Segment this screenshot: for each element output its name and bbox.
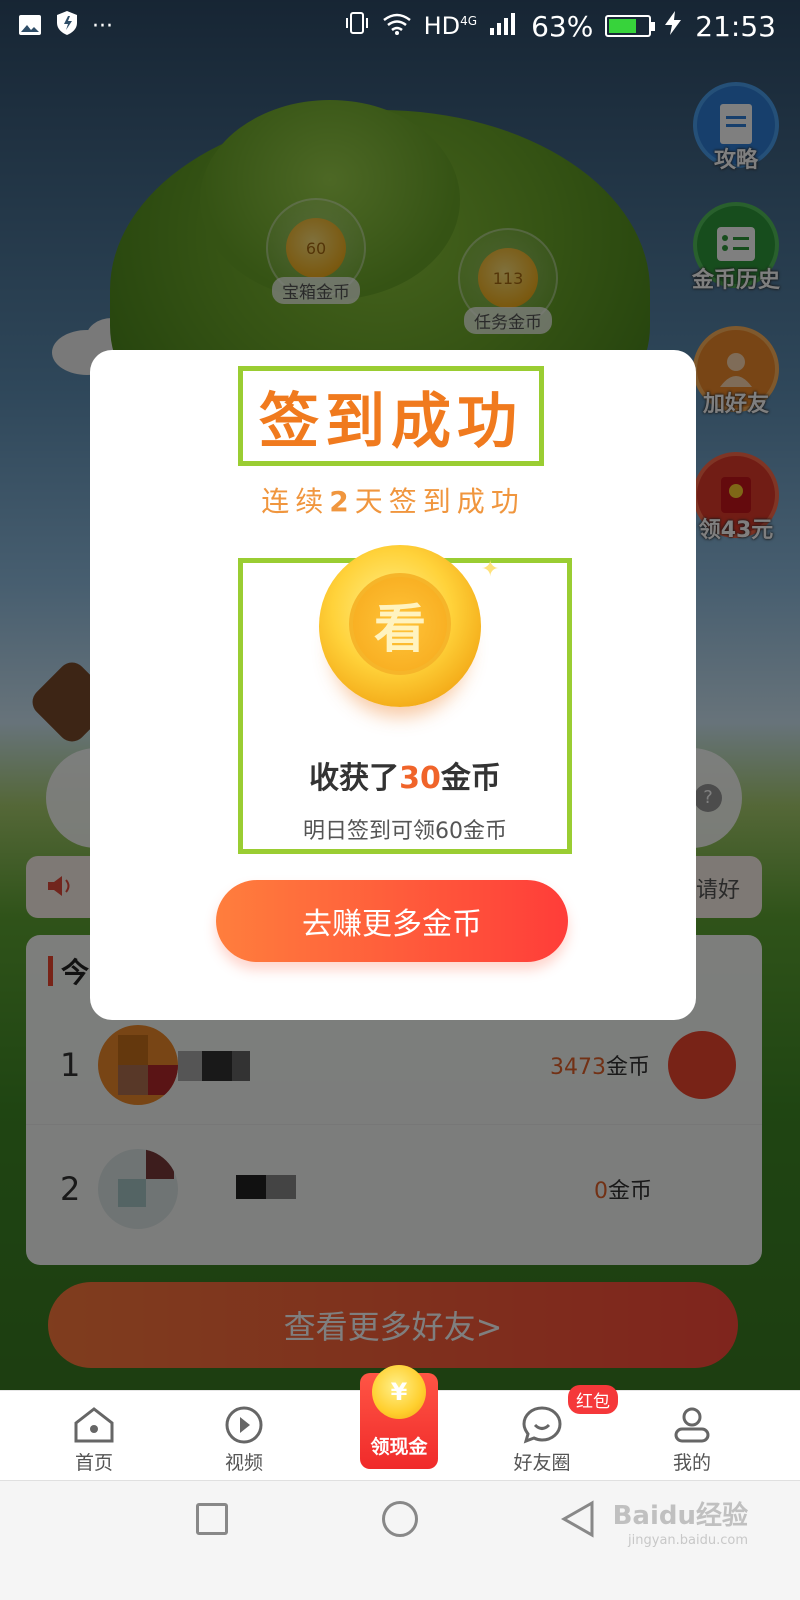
home-icon: [74, 1407, 114, 1443]
profile-icon: [674, 1407, 710, 1443]
more-notifications-icon: ···: [92, 13, 113, 39]
battery-icon: [605, 15, 656, 37]
tomorrow-reward-text: 明日签到可领60金币: [303, 819, 507, 844]
baidu-watermark: Baidu经验: [612, 1501, 748, 1531]
signal-icon: [489, 10, 519, 43]
back-icon[interactable]: [560, 1499, 596, 1543]
vibrate-icon: [344, 10, 370, 43]
reward-box: 看 ✦ 收获了30金币 明日签到可领60金币: [238, 545, 572, 854]
network-label: HD4G: [423, 12, 478, 40]
yuan-coin-icon: ¥: [372, 1365, 426, 1419]
nav-profile[interactable]: 我的: [632, 1391, 752, 1481]
home-circle-icon[interactable]: [382, 1501, 418, 1537]
chat-bubble-icon: [522, 1406, 562, 1444]
shield-icon: [56, 10, 78, 43]
charging-icon: [663, 10, 683, 43]
red-packet-badge: 红包: [568, 1385, 618, 1414]
dialog-title: 签到成功: [259, 386, 523, 457]
recents-icon[interactable]: [196, 1503, 228, 1535]
watermark-url: jingyan.baidu.com: [628, 1533, 748, 1548]
play-icon: [225, 1406, 263, 1444]
system-nav-bar: Baidu经验 jingyan.baidu.com: [0, 1480, 800, 1600]
nav-get-cash[interactable]: ¥ 领现金: [360, 1365, 438, 1469]
dialog-title-box: 签到成功: [238, 366, 544, 466]
nav-home[interactable]: 首页: [34, 1391, 154, 1481]
streak-days: 2: [329, 485, 355, 518]
signin-success-dialog: 签到成功 连续2天签到成功 看 ✦ 收获了30金币 明日签到可领60金币 去赚更…: [90, 350, 696, 1020]
status-bar: ··· HD4G 63% 21:53: [0, 0, 800, 52]
clock: 21:53: [695, 9, 776, 43]
wifi-icon: [382, 10, 412, 43]
streak-text: 连续2天签到成功: [261, 485, 525, 518]
coins-gained-text: 收获了30金币: [309, 761, 501, 796]
nav-video[interactable]: 视频: [184, 1391, 304, 1481]
bottom-nav: 首页 视频 ¥ 领现金 好友圈 红包 我的: [0, 1365, 800, 1481]
sparkle-icon: ✦: [481, 557, 500, 582]
gold-coin-icon: 看: [319, 545, 481, 707]
earn-more-coins-button[interactable]: 去赚更多金币: [216, 880, 568, 962]
battery-percent: 63%: [531, 9, 594, 43]
image-notification-icon: [18, 10, 42, 43]
